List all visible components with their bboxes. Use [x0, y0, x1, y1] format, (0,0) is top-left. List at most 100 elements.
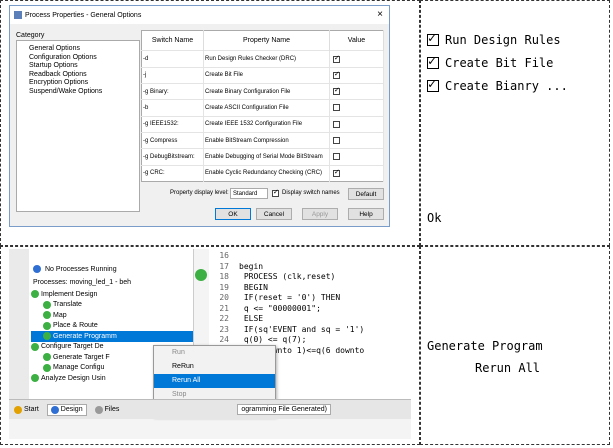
code-line: PROCESS (clk,reset) [239, 272, 336, 281]
property-name: Run Design Rules Checker (DRC) [203, 50, 330, 68]
note-footer: Ok [427, 211, 442, 225]
close-icon[interactable]: × [377, 9, 383, 20]
value-cell [329, 99, 384, 117]
category-item[interactable]: Readback Options [19, 71, 137, 80]
tab-label: ogramming File Generated) [241, 406, 327, 413]
tab-label: Files [104, 406, 120, 413]
tree-item[interactable]: Implement Design [31, 289, 193, 300]
bottom-tabs: Start Design Files ogramming File Genera… [9, 399, 411, 419]
tree-item-label: Place & Route [53, 322, 98, 330]
check-icon [43, 332, 51, 341]
note-item-label: Create Bit File [445, 56, 554, 70]
switch-name: -g Binary: [141, 83, 204, 100]
category-item[interactable]: Encryption Options [19, 79, 137, 88]
check-icon [43, 353, 51, 362]
switch-name: -d [141, 50, 204, 68]
line-number: 20 [219, 293, 229, 302]
property-row[interactable]: -g IEEE1532: Create IEEE 1532 Configurati… [141, 115, 384, 133]
value-cell [329, 164, 384, 182]
ok-button[interactable]: OK [215, 208, 251, 220]
category-list: General Options Configuration Options St… [16, 40, 140, 212]
property-row[interactable]: -g Binary: Create Binary Configuration Fi… [141, 83, 384, 100]
category-item[interactable]: General Options [19, 45, 137, 54]
apply-button[interactable]: Apply [302, 208, 338, 220]
add-source-icon[interactable] [195, 269, 207, 281]
code-line: begin [239, 261, 264, 271]
context-menu-item[interactable]: ReRun [154, 360, 275, 374]
tab-output[interactable]: ogramming File Generated) [237, 404, 331, 415]
switch-name: -j [141, 66, 204, 84]
status-row: No Processes Running [33, 265, 117, 273]
line-number: 23 [219, 324, 229, 334]
tree-item-label: Generate Target F [53, 353, 110, 361]
switch-name: -g DebugBitstream: [141, 148, 204, 166]
display-level-label: Property display level: [170, 190, 229, 196]
value-checkbox[interactable] [333, 137, 340, 145]
value-checkbox[interactable] [333, 168, 340, 177]
tab-design[interactable]: Design [46, 403, 87, 416]
check-icon [43, 321, 51, 330]
tree-item[interactable]: Translate [31, 300, 193, 311]
display-level-select[interactable]: Standard [230, 188, 268, 199]
help-button[interactable]: Help [348, 208, 384, 220]
context-menu-item[interactable]: Run [154, 346, 275, 360]
category-item[interactable]: Configuration Options [19, 54, 137, 63]
category-item[interactable]: Suspend/Wake Options [19, 88, 137, 97]
value-cell [329, 131, 384, 149]
line-number: 19 [219, 282, 229, 292]
property-row[interactable]: -g Compress Enable BitStream Compression [141, 131, 384, 149]
note-line: Generate Program [427, 339, 543, 353]
col-switch: Switch Name [141, 30, 204, 51]
note-item: Run Design Rules [427, 31, 561, 47]
property-row[interactable]: -g CRC: Enable Cyclic Redundancy Checking… [141, 164, 384, 182]
tree-item-label: Implement Design [41, 290, 98, 298]
code-line: q <= "00000001"; [239, 303, 321, 313]
check-icon [31, 290, 39, 299]
tab-files[interactable]: Files [94, 405, 120, 414]
note-cell-bottom: Generate Program Rerun All [420, 246, 610, 445]
checkbox-icon [427, 54, 439, 69]
code-line: ELSE [239, 314, 264, 323]
tree-item[interactable]: Generate Programm [31, 331, 193, 342]
value-checkbox[interactable] [333, 54, 340, 63]
property-row[interactable]: -g DebugBitstream: Enable Debugging of Se… [141, 148, 384, 166]
value-checkbox[interactable] [333, 70, 340, 79]
value-checkbox[interactable] [333, 104, 340, 112]
line-number: 24 [219, 335, 229, 344]
code-line: IF(reset = '0') THEN [239, 293, 341, 302]
status-text: No Processes Running [45, 265, 117, 273]
cancel-button[interactable]: Cancel [256, 208, 292, 220]
property-name: Create Bit File [203, 66, 330, 84]
tab-label: Start [24, 406, 39, 413]
line-number: 16 [219, 251, 229, 260]
value-checkbox[interactable] [333, 153, 340, 161]
check-icon [31, 342, 39, 351]
category-item[interactable]: Startup Options [19, 62, 137, 71]
check-icon [31, 374, 39, 383]
value-checkbox[interactable] [333, 86, 340, 96]
check-icon [43, 311, 51, 320]
default-button[interactable]: Default [348, 188, 384, 200]
value-checkbox[interactable] [333, 120, 340, 128]
property-row[interactable]: -d Run Design Rules Checker (DRC) [141, 50, 384, 68]
code-line: IF(sq'EVENT and sq = '1') [239, 324, 365, 334]
checkbox-icon [427, 31, 439, 46]
checkbox-icon [427, 77, 439, 92]
display-switch-checkbox[interactable] [272, 188, 279, 197]
property-row[interactable]: -b Create ASCII Configuration File [141, 99, 384, 117]
property-row[interactable]: -j Create Bit File [141, 66, 384, 84]
tab-start[interactable]: Start [14, 405, 39, 414]
tree-item[interactable]: Map [31, 310, 193, 321]
check-icon [43, 300, 51, 309]
ide-cell: No Processes Running Processes: moving_l… [0, 246, 420, 445]
tree-item-label: Map [53, 311, 67, 319]
tree-item[interactable]: Place & Route [31, 321, 193, 332]
design-icon [50, 405, 59, 414]
switch-name: -g CRC: [141, 164, 204, 182]
tree-item-label: Analyze Design Usin [41, 374, 106, 382]
value-cell [329, 148, 384, 166]
property-name: Create IEEE 1532 Configuration File [203, 115, 330, 133]
context-menu-item[interactable]: Rerun All [154, 374, 275, 388]
property-name: Enable Cyclic Redundancy Checking (CRC) [203, 164, 330, 182]
tree-item-label: Configure Target De [41, 343, 104, 351]
